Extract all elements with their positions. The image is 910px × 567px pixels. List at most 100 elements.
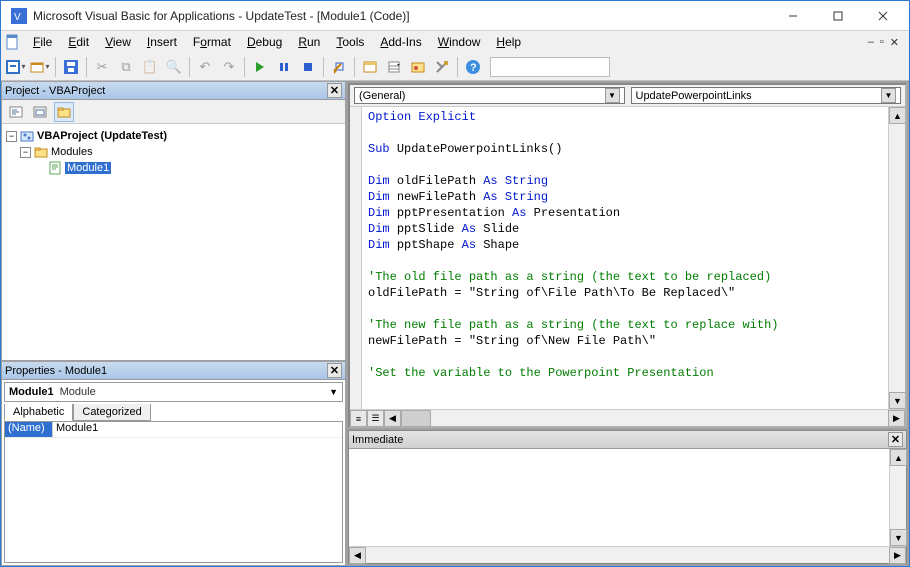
scroll-up-button[interactable]: ▲ — [889, 107, 905, 124]
property-row[interactable]: (Name) Module1 — [5, 422, 342, 438]
menu-insert[interactable]: Insert — [139, 33, 185, 51]
menu-view[interactable]: View — [97, 33, 139, 51]
chevron-down-icon: ▼ — [881, 88, 896, 103]
properties-object-combo[interactable]: Module1 Module ▼ — [4, 382, 343, 402]
project-explorer-close-button[interactable]: ✕ — [327, 83, 342, 98]
menu-file[interactable]: File — [25, 33, 60, 51]
view-ms-app-button[interactable] — [5, 56, 27, 78]
toolbar-search-input[interactable] — [490, 57, 610, 77]
tree-toggle-icon[interactable]: − — [6, 131, 17, 142]
toolbar-separator — [457, 57, 458, 77]
mdi-restore-button[interactable]: ▫ — [880, 36, 884, 49]
tab-alphabetic[interactable]: Alphabetic — [4, 404, 73, 421]
object-browser-button[interactable] — [407, 56, 429, 78]
project-tree[interactable]: − VBAProject (UpdateTest) − Modules Modu… — [2, 124, 345, 360]
code-editor[interactable]: Option Explicit Sub UpdatePowerpointLink… — [362, 107, 888, 409]
properties-tabs: Alphabetic Categorized — [2, 404, 345, 421]
object-dropdown[interactable]: (General) ▼ — [354, 87, 625, 104]
tree-row-module1[interactable]: Module1 — [6, 160, 341, 176]
code-dropdowns: (General) ▼ UpdatePowerpointLinks ▼ — [350, 85, 905, 107]
tab-categorized[interactable]: Categorized — [73, 404, 150, 421]
procedure-view-button[interactable]: ≡ — [350, 410, 367, 427]
immediate-body: ▲ ▼ — [349, 449, 906, 546]
horizontal-scrollbar[interactable]: ◀ ▶ — [349, 547, 906, 563]
property-value-cell[interactable]: Module1 — [53, 422, 342, 438]
menu-help[interactable]: Help — [488, 33, 529, 51]
scroll-right-button[interactable]: ▶ — [889, 547, 906, 564]
immediate-close-button[interactable]: ✕ — [888, 432, 903, 447]
scroll-left-button[interactable]: ◀ — [349, 547, 366, 564]
menu-addins[interactable]: Add-Ins — [372, 33, 429, 51]
immediate-pane: Immediate ✕ ▲ ▼ ◀ ▶ — [348, 430, 907, 564]
run-button[interactable] — [249, 56, 271, 78]
minimize-button[interactable] — [770, 2, 815, 30]
project-icon — [20, 129, 34, 143]
code-footer: ≡ ☰ ◀ ▶ — [350, 409, 905, 426]
procedure-dropdown[interactable]: UpdatePowerpointLinks ▼ — [631, 87, 902, 104]
break-button[interactable] — [273, 56, 295, 78]
menu-window[interactable]: Window — [430, 33, 489, 51]
menu-tools[interactable]: Tools — [328, 33, 372, 51]
project-explorer-toolbar — [2, 100, 345, 124]
properties-grid[interactable]: (Name) Module1 — [4, 421, 343, 563]
save-button[interactable] — [60, 56, 82, 78]
procedure-dropdown-value: UpdatePowerpointLinks — [636, 90, 752, 102]
scrollbar-thumb[interactable] — [401, 410, 431, 427]
scroll-left-button[interactable]: ◀ — [384, 410, 401, 427]
toolbar-separator — [189, 57, 190, 77]
vertical-scrollbar[interactable]: ▲ ▼ — [889, 449, 906, 546]
cut-button: ✂ — [91, 56, 113, 78]
project-explorer-title: Project - VBAProject — [5, 85, 327, 97]
menu-debug[interactable]: Debug — [239, 33, 290, 51]
maximize-button[interactable] — [815, 2, 860, 30]
code-margin — [350, 107, 362, 409]
tree-row-modules-folder[interactable]: − Modules — [6, 144, 341, 160]
properties-window-button[interactable] — [383, 56, 405, 78]
scroll-right-button[interactable]: ▶ — [888, 410, 905, 427]
project-explorer-button[interactable] — [359, 56, 381, 78]
scroll-up-button[interactable]: ▲ — [890, 449, 907, 466]
view-object-button[interactable] — [30, 102, 50, 122]
reset-button[interactable] — [297, 56, 319, 78]
vba-app-icon: V — [11, 8, 27, 24]
menu-run[interactable]: Run — [290, 33, 328, 51]
mdi-close-button[interactable]: ✕ — [890, 36, 899, 49]
tree-label-vbaproject: VBAProject (UpdateTest) — [37, 130, 167, 142]
toolbox-button[interactable] — [431, 56, 453, 78]
scroll-down-button[interactable]: ▼ — [890, 529, 907, 546]
mdi-controls: – ▫ ✕ — [868, 36, 905, 49]
insert-button[interactable] — [29, 56, 51, 78]
immediate-footer: ◀ ▶ — [349, 546, 906, 563]
project-explorer-header: Project - VBAProject ✕ — [2, 82, 345, 100]
toggle-folders-button[interactable] — [54, 102, 74, 122]
properties-close-button[interactable]: ✕ — [327, 363, 342, 378]
menu-edit[interactable]: Edit — [60, 33, 97, 51]
view-code-button[interactable] — [6, 102, 26, 122]
toolbar-separator — [244, 57, 245, 77]
properties-object-type: Module — [60, 386, 96, 398]
mdi-minimize-button[interactable]: – — [868, 36, 874, 49]
code-body: Option Explicit Sub UpdatePowerpointLink… — [350, 107, 905, 409]
help-button[interactable]: ? — [462, 56, 484, 78]
horizontal-scrollbar[interactable]: ◀ ▶ — [384, 410, 905, 426]
immediate-input[interactable] — [349, 449, 889, 546]
module-icon — [48, 161, 62, 175]
tree-toggle-icon[interactable]: − — [20, 147, 31, 158]
toolbar-separator — [55, 57, 56, 77]
menu-format[interactable]: Format — [185, 33, 239, 51]
window-title: Microsoft Visual Basic for Applications … — [33, 9, 770, 23]
vertical-scrollbar[interactable]: ▲ ▼ — [888, 107, 905, 409]
window-controls — [770, 2, 905, 30]
object-dropdown-value: (General) — [359, 90, 405, 102]
toolbar-separator — [354, 57, 355, 77]
chevron-down-icon: ▼ — [329, 387, 338, 397]
full-module-view-button[interactable]: ☰ — [367, 410, 384, 427]
properties-pane: Properties - Module1 ✕ Module1 Module ▼ … — [1, 361, 346, 566]
close-button[interactable] — [860, 2, 905, 30]
scroll-down-button[interactable]: ▼ — [889, 392, 905, 409]
property-name-cell: (Name) — [5, 422, 53, 438]
tree-row-vbaproject[interactable]: − VBAProject (UpdateTest) — [6, 128, 341, 144]
design-mode-button[interactable] — [328, 56, 350, 78]
left-column: Project - VBAProject ✕ − VBAProject (Upd… — [1, 81, 346, 566]
tree-label-modules: Modules — [51, 146, 93, 158]
